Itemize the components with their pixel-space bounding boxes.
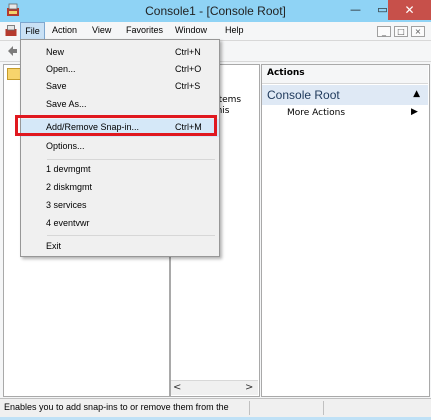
menu-item-shortcut: Ctrl+N — [175, 47, 201, 57]
menu-item-label: 4 eventvwr — [46, 218, 90, 228]
menu-favorites[interactable]: Favorites — [126, 25, 163, 35]
mdi-minimize-button[interactable]: _ — [377, 26, 391, 37]
menu-item-exit[interactable]: Exit — [21, 238, 219, 256]
menu-item-options[interactable]: Options... — [21, 138, 219, 156]
title-bar: Console1 - [Console Root] — ▭ ✕ — [0, 0, 431, 22]
mdi-restore-button[interactable]: □ — [394, 26, 408, 37]
menu-window[interactable]: Window — [175, 25, 207, 35]
menu-view[interactable]: View — [92, 25, 111, 35]
file-menu-dropdown: New Ctrl+N Open... Ctrl+O Save Ctrl+S Sa… — [20, 39, 220, 257]
folder-icon[interactable] — [7, 68, 21, 80]
menu-item-label: Open... — [46, 64, 76, 74]
actions-section-title: Console Root — [267, 88, 340, 102]
horizontal-scrollbar[interactable]: < > — [171, 380, 258, 395]
menu-item-shortcut: Ctrl+O — [175, 64, 202, 74]
highlight-annotation-box — [15, 115, 217, 136]
menu-file[interactable]: File — [20, 22, 45, 40]
menu-item-label: Save — [46, 81, 67, 91]
menu-help[interactable]: Help — [225, 25, 244, 35]
actions-title: Actions — [267, 68, 305, 78]
menu-item-label: 3 services — [46, 200, 87, 210]
minimize-button[interactable]: — — [342, 0, 369, 20]
menu-item-open[interactable]: Open... Ctrl+O — [21, 61, 219, 79]
menu-item-label: Save As... — [46, 99, 87, 109]
more-actions-item[interactable]: More Actions — [287, 108, 345, 118]
menu-item-recent-eventvwr[interactable]: 4 eventvwr — [21, 215, 219, 233]
actions-header: Actions — [262, 65, 428, 84]
console-menu-icon[interactable] — [5, 25, 17, 37]
actions-section-console-root[interactable]: Console Root ▲ — [262, 85, 428, 105]
close-button[interactable]: ✕ — [388, 0, 431, 20]
status-divider — [323, 401, 324, 415]
menu-item-recent-diskmgmt[interactable]: 2 diskmgmt — [21, 179, 219, 197]
mdi-close-button[interactable]: × — [411, 26, 425, 37]
menu-separator — [47, 235, 215, 236]
collapse-arrow-icon[interactable]: ▲ — [413, 89, 420, 99]
menu-item-save[interactable]: Save Ctrl+S — [21, 78, 219, 96]
menu-item-label: Exit — [46, 241, 62, 251]
menu-item-new[interactable]: New Ctrl+N — [21, 44, 219, 62]
menu-item-label: New — [46, 47, 65, 57]
menu-item-recent-services[interactable]: 3 services — [21, 197, 219, 215]
menu-item-recent-devmgmt[interactable]: 1 devmgmt — [21, 161, 219, 179]
menu-item-label: 2 diskmgmt — [46, 182, 93, 192]
menu-item-label: 1 devmgmt — [46, 164, 91, 174]
menu-item-shortcut: Ctrl+S — [175, 81, 201, 91]
scroll-right-arrow-icon[interactable]: > — [245, 382, 253, 393]
status-divider — [249, 401, 250, 415]
scroll-left-arrow-icon[interactable]: < — [173, 382, 181, 393]
submenu-arrow-icon[interactable]: ▶ — [411, 107, 418, 117]
menu-separator — [47, 159, 215, 160]
menu-action[interactable]: Action — [52, 25, 77, 35]
status-bar: Enables you to add snap-ins to or remove… — [0, 398, 431, 417]
menu-item-save-as[interactable]: Save As... — [21, 96, 219, 114]
status-text: Enables you to add snap-ins to or remove… — [4, 402, 229, 412]
back-arrow-icon[interactable] — [6, 45, 18, 57]
menu-item-label: Options... — [46, 141, 85, 151]
